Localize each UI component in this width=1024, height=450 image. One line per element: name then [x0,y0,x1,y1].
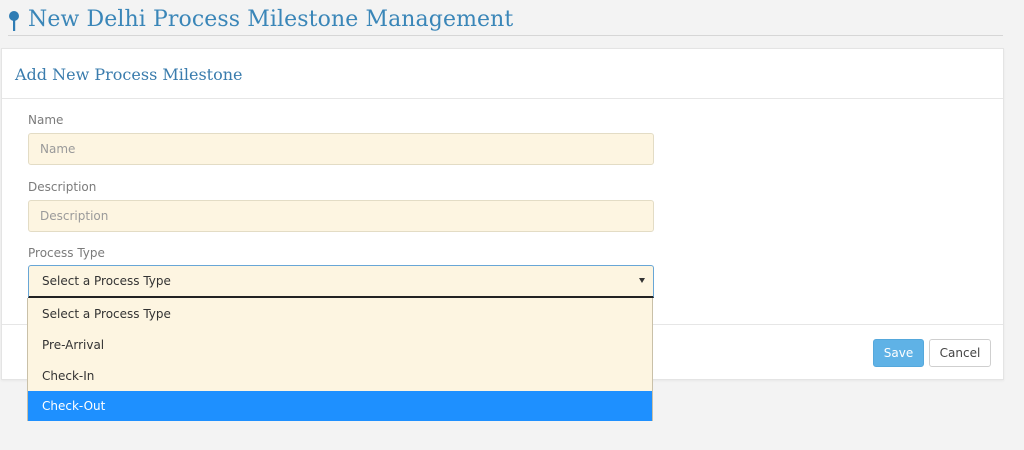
page-title: New Delhi Process Milestone Management [28,7,514,32]
save-button[interactable]: Save [873,339,924,367]
dropdown-option-pre-arrival[interactable]: Pre-Arrival [28,329,652,360]
name-input[interactable] [28,133,654,165]
process-type-dropdown-list: Select a Process Type Pre-Arrival Check-… [27,298,653,421]
description-label: Description [28,180,97,194]
page-header: New Delhi Process Milestone Management [8,4,1003,36]
dropdown-arrow-icon [639,278,645,283]
dropdown-option-check-out[interactable]: Check-Out [28,391,652,421]
dropdown-option-select-a-process-type[interactable]: Select a Process Type [28,298,652,329]
dropdown-option-check-in[interactable]: Check-In [28,360,652,391]
process-type-selected-value: Select a Process Type [42,274,171,288]
process-type-label: Process Type [28,246,105,260]
description-input[interactable] [28,200,654,232]
cancel-button[interactable]: Cancel [929,339,991,367]
panel-title: Add New Process Milestone [15,65,243,84]
panel-heading: Add New Process Milestone [2,49,1003,99]
map-pin-icon [9,10,19,31]
name-label: Name [28,113,64,127]
process-type-select[interactable]: Select a Process Type [28,265,654,298]
